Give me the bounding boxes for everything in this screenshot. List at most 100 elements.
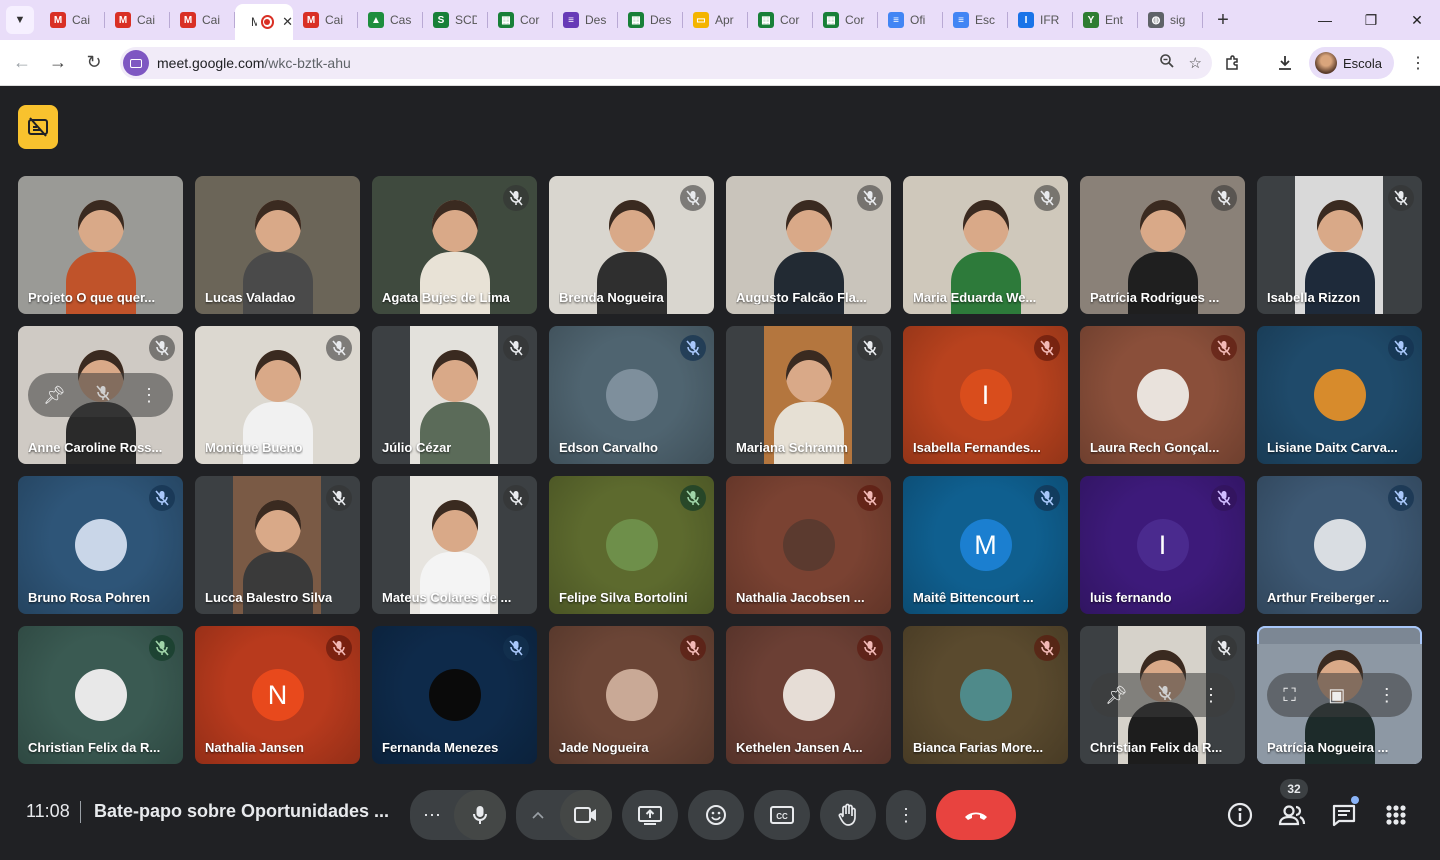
microphone-button[interactable] [454,790,506,840]
participant-tile[interactable]: Christian Felix da R... [18,626,183,764]
tab-forms[interactable]: ≡ Des [553,0,618,40]
activities-button[interactable] [1370,793,1422,837]
muted-mic-icon [503,185,529,211]
participant-tile[interactable]: Lisiane Daitx Carva... [1257,326,1422,464]
participant-tile[interactable]: ⛶ ▣ ⋮ Patrícia Nogueira ... [1257,626,1422,764]
tab-docs[interactable]: ≡ Ofi [878,0,943,40]
participant-tile[interactable]: Felipe Silva Bortolini [549,476,714,614]
captions-unavailable-indicator[interactable] [18,105,58,149]
participant-name: Christian Felix da R... [28,740,161,755]
framing-icon[interactable]: ⛶ [1283,685,1296,706]
participant-tile[interactable]: Maria Eduarda We... [903,176,1068,314]
tab-meet[interactable]: M ✕ [235,4,293,40]
browser-menu-icon[interactable]: ⋮ [1400,45,1436,81]
participant-tile[interactable]: 📌︎ ⋮ Christian Felix da R... [1080,626,1245,764]
participant-avatar: N [251,669,304,721]
pin-icon[interactable]: 📌︎ [43,385,66,406]
forward-button[interactable]: → [40,45,76,81]
participant-tile[interactable]: Lucca Balestro Silva [195,476,360,614]
backgrounds-icon[interactable]: ▣ [1328,685,1345,706]
tab-sheets[interactable]: ▦ Cor [813,0,878,40]
tab-gmail[interactable]: M Cai [170,0,235,40]
site-info-icon[interactable] [123,50,149,76]
participant-tile[interactable]: Arthur Freiberger ... [1257,476,1422,614]
more-options-icon[interactable]: ⋮ [140,385,158,406]
close-tab-icon[interactable]: ✕ [282,14,293,30]
tab-docs[interactable]: ≡ Esc [943,0,1008,40]
pin-icon[interactable]: 📌︎ [1105,685,1128,706]
participant-tile[interactable]: Mariana Schramm [726,326,891,464]
participant-tile[interactable]: Júlio Cézar [372,326,537,464]
video-options-button[interactable] [516,790,560,840]
tab-search-button[interactable]: ▼ [6,6,34,34]
participant-tile[interactable]: Brenda Nogueira [549,176,714,314]
more-options-icon[interactable]: ⋮ [1202,685,1220,706]
tab-gmail[interactable]: M Cai [293,0,358,40]
people-button[interactable]: 32 [1266,779,1318,837]
audio-options-button[interactable]: ⋯ [410,790,454,840]
participant-name: Bianca Farias More... [913,740,1044,755]
tab-sheets[interactable]: ▦ Cor [748,0,813,40]
mute-participant-icon[interactable] [96,384,110,406]
present-screen-button[interactable] [622,790,678,840]
extensions-icon[interactable] [1215,45,1251,81]
captions-button[interactable]: CC [754,790,810,840]
tab-slides[interactable]: ▭ Apr [683,0,748,40]
back-button[interactable]: ← [4,45,40,81]
gmail-icon: M [115,12,131,28]
participant-tile[interactable]: Patrícia Rodrigues ... [1080,176,1245,314]
chat-button[interactable] [1318,793,1370,837]
tab-sheets[interactable]: ▦ Cor [488,0,553,40]
mute-participant-icon[interactable] [1158,684,1172,706]
tab-sig[interactable]: ◍ sig [1138,0,1203,40]
participant-tile[interactable]: Fernanda Menezes [372,626,537,764]
tab-ifrs[interactable]: I IFR [1008,0,1073,40]
more-options-icon[interactable]: ⋮ [1378,685,1396,706]
url-text[interactable]: meet.google.com/wkc-bztk-ahu [157,55,351,71]
participant-name: luis fernando [1090,590,1172,605]
leave-call-button[interactable] [936,790,1016,840]
participant-tile[interactable]: Kethelen Jansen A... [726,626,891,764]
participant-tile[interactable]: M Maitê Bittencourt ... [903,476,1068,614]
raise-hand-button[interactable] [820,790,876,840]
participant-tile[interactable]: Isabella Rizzon [1257,176,1422,314]
participant-tile[interactable]: I Isabella Fernandes... [903,326,1068,464]
reload-button[interactable]: ↻ [76,45,112,81]
tab-scd[interactable]: S SCD [423,0,488,40]
participant-tile[interactable]: Iluis fernando [1080,476,1245,614]
minimize-button[interactable]: — [1302,0,1348,40]
tab-gmail[interactable]: M Cai [105,0,170,40]
profile-button[interactable]: Escola [1308,47,1394,79]
participant-tile[interactable]: Jade Nogueira [549,626,714,764]
tab-ent[interactable]: Y Ent [1073,0,1138,40]
participant-tile[interactable]: Lucas Valadao [195,176,360,314]
tab-gmail[interactable]: M Cai [40,0,105,40]
tab-sheets[interactable]: ▦ Des [618,0,683,40]
participant-tile[interactable]: Edson Carvalho [549,326,714,464]
participant-tile[interactable]: Agata Bujes de Lima [372,176,537,314]
close-window-button[interactable]: ✕ [1394,0,1440,40]
participant-tile[interactable]: Bianca Farias More... [903,626,1068,764]
restore-button[interactable]: ❐ [1348,0,1394,40]
participant-tile[interactable]: N Nathalia Jansen [195,626,360,764]
participant-tile[interactable]: Monique Bueno [195,326,360,464]
meeting-details-button[interactable] [1214,793,1266,837]
ent-icon: Y [1083,12,1099,28]
participant-tile[interactable]: Projeto O que quer... [18,176,183,314]
bookmark-star-icon[interactable]: ☆ [1189,54,1202,72]
participant-tile[interactable]: Augusto Falcão Fla... [726,176,891,314]
download-icon[interactable] [1267,45,1303,81]
tab-drive[interactable]: ▲ Cas [358,0,423,40]
address-bar[interactable]: meet.google.com/wkc-bztk-ahu ☆ [120,47,1212,79]
participant-tile[interactable]: Nathalia Jacobsen ... [726,476,891,614]
participant-tile[interactable]: Mateus Colares de ... [372,476,537,614]
participant-tile[interactable]: 📌︎ ⋮ Anne Caroline Ross... [18,326,183,464]
reactions-button[interactable] [688,790,744,840]
zoom-icon[interactable] [1159,53,1175,73]
new-tab-button[interactable]: + [1211,9,1235,32]
participant-avatar [605,519,658,571]
more-options-button[interactable]: ⋮ [886,790,926,840]
camera-button[interactable] [560,790,612,840]
participant-tile[interactable]: Laura Rech Gonçal... [1080,326,1245,464]
participant-tile[interactable]: Bruno Rosa Pohren [18,476,183,614]
